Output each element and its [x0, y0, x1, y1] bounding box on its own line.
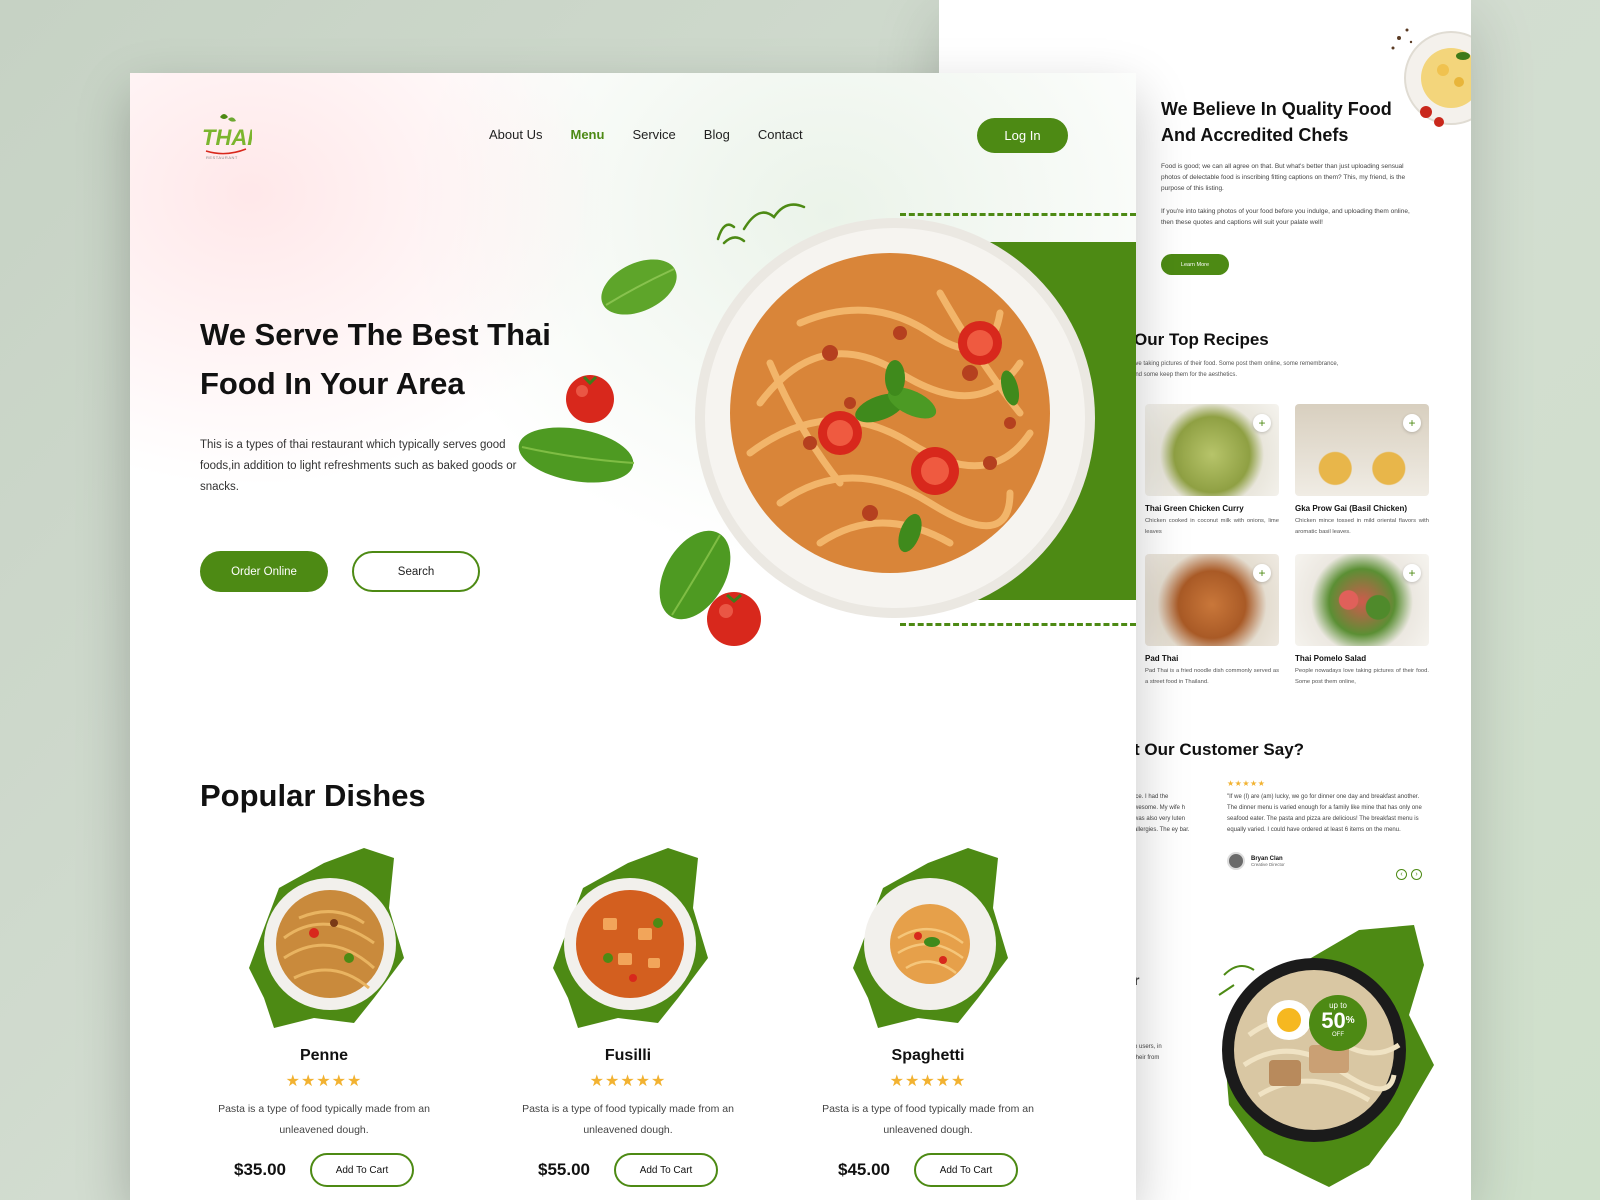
- logo-caption: RESTAURANT: [206, 155, 238, 160]
- svg-text:THAI: THAI: [202, 125, 252, 150]
- add-icon[interactable]: +: [1403, 564, 1421, 582]
- dish-price: $55.00: [538, 1160, 590, 1179]
- dish-price: $35.00: [234, 1160, 286, 1179]
- dish-rating-stars: ★★★★★: [589, 1073, 667, 1090]
- tomato-icon: [707, 592, 761, 646]
- recipe-name: Thai Pomelo Salad: [1295, 654, 1367, 663]
- recipe-description: Chicken cooked in coconut milk with onio…: [1145, 518, 1279, 535]
- ramen-bowl-image: [1218, 925, 1434, 1187]
- main-landing-page: THAI RESTAURANT About Us Menu Service Bl…: [130, 73, 1136, 1200]
- learn-more-button[interactable]: Learn More: [1161, 254, 1229, 275]
- quality-heading: We Believe In Quality Food And Accredite…: [1161, 99, 1392, 145]
- dish-name: Spaghetti: [891, 1047, 965, 1064]
- offer-off-label: OFF: [1332, 1032, 1344, 1038]
- recipe-description: Pad Thai is a fried noodle dish commonly…: [1145, 668, 1279, 685]
- order-online-button[interactable]: Order Online: [200, 551, 328, 592]
- nav-item-contact[interactable]: Contact: [758, 127, 803, 142]
- dish-card: Penne ★★★★★ Pasta is a type of food typi…: [194, 848, 454, 1187]
- recipe-description: People nowadays love taking pictures of …: [1295, 668, 1429, 685]
- nav-item-menu[interactable]: Menu: [570, 127, 604, 142]
- dish-description: Pasta is a type of food typically made f…: [822, 1103, 1034, 1136]
- basil-leaf-icon: [518, 427, 635, 483]
- noodle-plate-icon: [249, 848, 404, 1028]
- recipe-name: Pad Thai: [1145, 654, 1179, 663]
- tomato-icon: [566, 375, 614, 423]
- customer-reviews-heading: t Our Customer Say?: [1134, 740, 1305, 759]
- pasta-plate-image: [695, 218, 1095, 618]
- basil-chicken-image: +: [1295, 404, 1429, 496]
- reviewer: Bryan Clan Creative Director: [1227, 852, 1285, 870]
- spaghetti-plate-icon: [853, 848, 1008, 1028]
- add-icon[interactable]: +: [1253, 414, 1271, 432]
- dish-name: Penne: [299, 1047, 348, 1064]
- search-button[interactable]: Search: [352, 551, 480, 592]
- add-icon[interactable]: +: [1253, 564, 1271, 582]
- add-to-cart-button[interactable]: Add To Cart: [310, 1153, 414, 1187]
- hero-title: We Serve The Best Thai Food In Your Area: [200, 317, 551, 401]
- thai-restaurant-logo[interactable]: THAI: [200, 111, 252, 161]
- dish-description: Pasta is a type of food typically made f…: [218, 1103, 430, 1136]
- dish-description: Pasta is a type of food typically made f…: [522, 1103, 734, 1136]
- dish-name: Fusilli: [604, 1047, 652, 1064]
- recipe-card[interactable]: + Pad Thai Pad Thai is a fried noodle di…: [1145, 554, 1279, 688]
- offer-percent: 50%: [1309, 1010, 1367, 1032]
- add-icon[interactable]: +: [1403, 414, 1421, 432]
- recipe-card[interactable]: + Gka Prow Gai (Basil Chicken) Chicken m…: [1295, 404, 1429, 538]
- dish-card: Fusilli ★★★★★ Pasta is a type of food ty…: [498, 848, 758, 1187]
- dish-footer: $55.00 Add To Cart: [498, 1153, 758, 1187]
- popular-dishes-heading: Popular Dishes: [200, 778, 426, 813]
- recipe-card[interactable]: + Thai Green Chicken Curry Chicken cooke…: [1145, 404, 1279, 538]
- pad-thai-image: +: [1145, 554, 1279, 646]
- top-recipes-subtitle: ove taking pictures of their food. Some …: [1132, 361, 1339, 378]
- quality-paragraph-2: If you're into taking photos of your foo…: [1161, 208, 1410, 226]
- nav-item-service[interactable]: Service: [632, 127, 675, 142]
- dish-footer: $35.00 Add To Cart: [194, 1153, 454, 1187]
- dish-rating-stars: ★★★★★: [889, 1073, 967, 1090]
- green-curry-image: +: [1145, 404, 1279, 496]
- dish-rating-stars: ★★★★★: [285, 1073, 363, 1090]
- review-text: "If we (I) are (am) lucky, we go for din…: [1227, 794, 1422, 833]
- review-carousel-controls: ‹ ›: [1396, 869, 1422, 880]
- recipe-description: Chicken mince tossed in mild oriental fl…: [1295, 518, 1429, 535]
- review-text-partial: ice. I had the wesome. My wife h was als…: [1134, 794, 1190, 833]
- recipe-name: Gka Prow Gai (Basil Chicken): [1295, 504, 1408, 513]
- discount-badge: up to 50% OFF: [1309, 995, 1367, 1051]
- add-to-cart-button[interactable]: Add To Cart: [914, 1153, 1018, 1187]
- basil-leaf-icon: [601, 259, 677, 315]
- recipe-card[interactable]: + Thai Pomelo Salad People nowadays love…: [1295, 554, 1429, 688]
- dish-card: Spaghetti ★★★★★ Pasta is a type of food …: [798, 848, 1058, 1187]
- dish-footer: $45.00 Add To Cart: [798, 1153, 1058, 1187]
- reviewer-role: Creative Director: [1251, 861, 1285, 867]
- main-nav: About Us Menu Service Blog Contact: [489, 127, 803, 142]
- quality-paragraph-1: Food is good; we can all agree on that. …: [1161, 163, 1406, 192]
- nav-item-about-us[interactable]: About Us: [489, 127, 542, 142]
- avatar: [1227, 852, 1245, 870]
- section-text-partial: o users, in their from: [1134, 1044, 1162, 1061]
- curry-plate-icon: [553, 848, 708, 1028]
- nav-item-blog[interactable]: Blog: [704, 127, 730, 142]
- review-stars: ★★★★★: [1227, 779, 1266, 788]
- hero-description: This is a types of thai restaurant which…: [200, 439, 517, 493]
- dish-price: $45.00: [838, 1160, 890, 1179]
- offer-percent-value: 50: [1321, 1008, 1346, 1033]
- reviewer-name: Bryan Clan: [1251, 855, 1283, 862]
- login-button[interactable]: Log In: [977, 118, 1068, 153]
- arrow-right-icon[interactable]: ›: [1411, 869, 1422, 880]
- pomelo-salad-image: +: [1295, 554, 1429, 646]
- arrow-left-icon[interactable]: ‹: [1396, 869, 1407, 880]
- recipe-name: Thai Green Chicken Curry: [1145, 504, 1244, 513]
- offer-percent-sign: %: [1345, 1015, 1355, 1026]
- top-recipes-heading: Our Top Recipes: [1134, 330, 1269, 349]
- add-to-cart-button[interactable]: Add To Cart: [614, 1153, 718, 1187]
